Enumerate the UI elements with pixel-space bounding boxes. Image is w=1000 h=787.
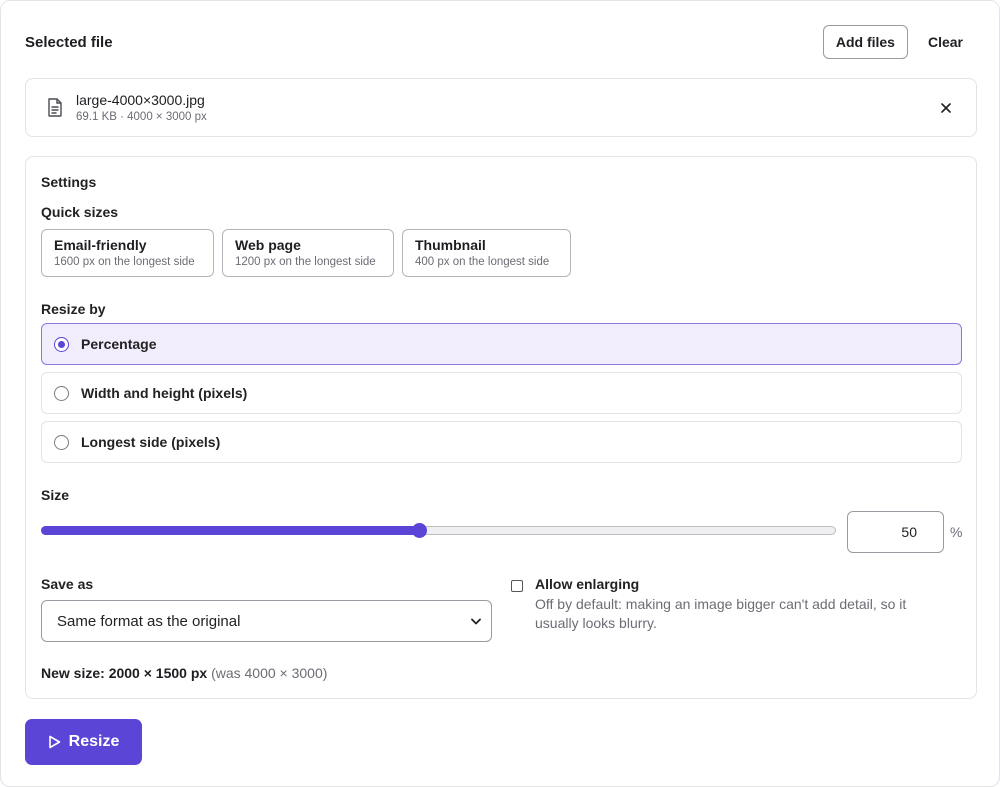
new-size-summary: New size: 2000 × 1500 px (was 4000 × 300…: [41, 665, 327, 681]
resize-by-label: Resize by: [41, 301, 106, 317]
save-as-select[interactable]: Same format as the original: [41, 600, 492, 642]
resize-button[interactable]: Resize: [25, 719, 142, 765]
allow-enlarging-description: Off by default: making an image bigger c…: [535, 596, 907, 631]
chevron-down-icon: [471, 618, 481, 624]
radio-button[interactable]: [54, 434, 69, 450]
slider-fill: [41, 526, 419, 535]
play-icon: [48, 735, 60, 749]
size-label: Size: [41, 487, 70, 503]
clear-button[interactable]: Clear: [916, 25, 975, 59]
save-as-label: Save as: [41, 576, 94, 592]
add-files-button[interactable]: Add files: [822, 25, 908, 59]
settings-title: Settings: [41, 174, 97, 190]
resize-option-label: Longest side (pixels): [81, 434, 221, 450]
quick-size-thumbnail[interactable]: Thumbnail 400 px on the longest side: [402, 229, 571, 277]
quick-sizes-label: Quick sizes: [41, 204, 119, 220]
resize-option-percentage[interactable]: Percentage: [41, 323, 962, 365]
quick-size-title: Web page: [235, 237, 301, 253]
settings-panel: Settings Quick sizes Email-friendly 1600…: [25, 156, 977, 699]
resize-option-width-height[interactable]: Width and height (pixels): [41, 372, 962, 414]
size-unit: %: [950, 524, 963, 540]
original-size-value: (was 4000 × 3000): [211, 665, 328, 681]
quick-size-subtitle: 1200 px on the longest side: [235, 256, 376, 268]
page-title: Selected file: [25, 33, 113, 51]
slider-thumb[interactable]: [412, 523, 427, 538]
save-as-value: Same format as the original: [57, 612, 241, 630]
remove-file-button[interactable]: [934, 96, 958, 120]
quick-size-title: Email-friendly: [54, 237, 147, 253]
quick-size-title: Thumbnail: [415, 237, 486, 253]
selected-file-card: large-4000×3000.jpg 69.1 KB · 4000 × 300…: [25, 78, 977, 137]
size-input[interactable]: [847, 511, 944, 553]
file-meta: 69.1 KB · 4000 × 3000 px: [76, 111, 207, 123]
close-icon: [941, 102, 951, 113]
size-slider[interactable]: [41, 523, 836, 538]
quick-size-email-friendly[interactable]: Email-friendly 1600 px on the longest si…: [41, 229, 214, 277]
quick-size-web-page[interactable]: Web page 1200 px on the longest side: [222, 229, 394, 277]
document-icon: [44, 97, 66, 119]
allow-enlarging-checkbox[interactable]: [511, 580, 523, 592]
resize-option-label: Percentage: [81, 336, 157, 352]
allow-enlarging-label: Allow enlarging: [535, 576, 640, 592]
quick-size-subtitle: 400 px on the longest side: [415, 256, 550, 268]
file-name: large-4000×3000.jpg: [76, 92, 205, 108]
radio-button[interactable]: [54, 336, 69, 352]
resize-option-label: Width and height (pixels): [81, 385, 248, 401]
quick-sizes-row: Email-friendly 1600 px on the longest si…: [41, 229, 571, 277]
resize-panel: Selected file Add files Clear large-4000…: [0, 0, 1000, 787]
header-bar: Selected file Add files Clear: [25, 25, 975, 59]
resize-option-longest-side[interactable]: Longest side (pixels): [41, 421, 962, 463]
file-info: large-4000×3000.jpg 69.1 KB · 4000 × 300…: [76, 91, 934, 124]
resize-button-label: Resize: [68, 733, 120, 750]
radio-button[interactable]: [54, 385, 69, 401]
new-size-value: New size: 2000 × 1500 px: [41, 665, 208, 681]
quick-size-subtitle: 1600 px on the longest side: [54, 256, 195, 268]
